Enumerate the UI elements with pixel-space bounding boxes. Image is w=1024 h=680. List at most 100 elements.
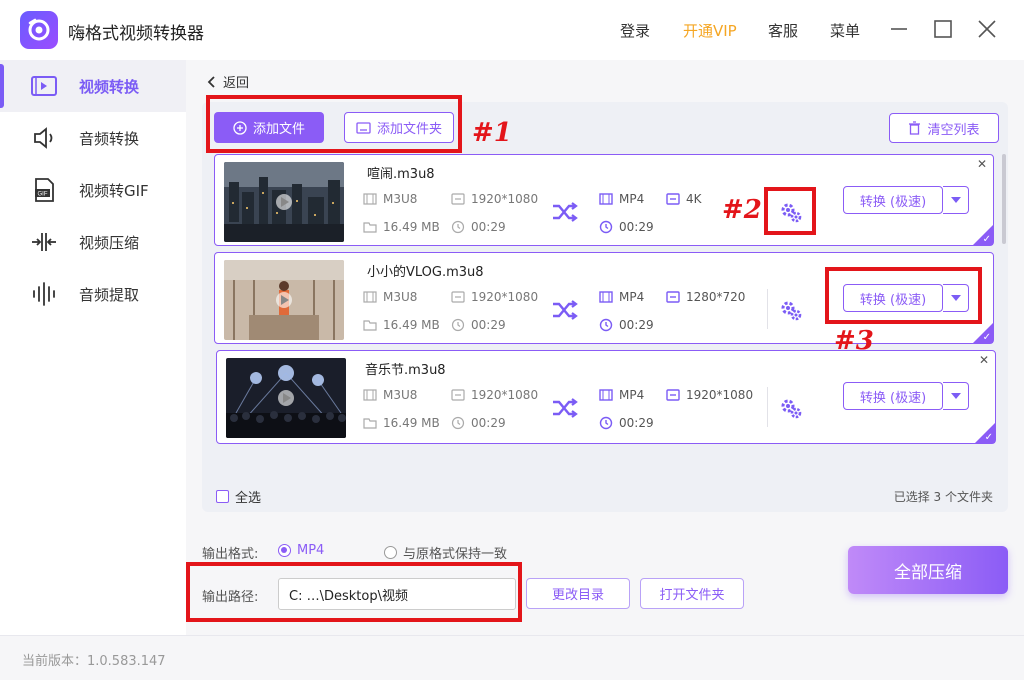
resolution-icon [666,291,680,303]
check-mark-icon: ✓ [984,432,993,443]
format-radio-keep-original[interactable]: 与原格式保持一致 [384,543,507,562]
src-format: M3U8 [363,388,417,402]
maximize-icon[interactable] [932,18,954,40]
title-bar: 嗨格式视频转换器 登录 开通VIP 客服 菜单 [0,0,1024,60]
video-thumbnail [226,358,346,438]
clock-icon [599,220,613,234]
highlight-box-2 [764,187,816,235]
clock-icon [451,318,465,332]
film-icon [599,193,613,205]
divider [767,387,768,427]
resolution-icon [666,193,680,205]
dst-duration: 00:29 [599,318,654,332]
sidebar-item-video-convert[interactable]: 视频转换 [0,60,186,112]
src-resolution: 1920*1080 [451,290,538,304]
app-window: 嗨格式视频转换器 登录 开通VIP 客服 菜单 视频转换 音频转换 GIF 视频… [0,0,1024,680]
format-radio-mp4[interactable]: MP4 [278,543,324,558]
highlight-box-1 [206,95,462,153]
file-name: 音乐节.m3u8 [365,363,446,378]
sidebar-item-label: 音频转换 [79,129,140,148]
caret-down-icon [950,197,961,203]
duration: 00:29 [451,220,506,234]
shuffle-icon [553,202,578,222]
login-link[interactable]: 登录 [620,20,650,41]
close-icon[interactable] [976,18,998,40]
sidebar: 视频转换 音频转换 GIF 视频转GIF 视频压缩 音频提取 [0,60,186,635]
shuffle-icon [553,300,578,320]
file-size: 16.49 MB [363,318,440,332]
clock-icon [599,318,613,332]
highlight-box-3 [825,267,982,324]
open-folder-button[interactable]: 打开文件夹 [640,578,744,609]
settings-gear-icon[interactable] [779,397,803,421]
resolution-icon [451,389,465,401]
waveform-icon [33,282,55,306]
sidebar-item-video-compress[interactable]: 视频压缩 [0,216,186,268]
back-label: 返回 [223,76,250,91]
compress-all-button[interactable]: 全部压缩 [848,546,1008,594]
gif-file-icon: GIF [35,178,54,202]
resolution-icon [666,389,680,401]
back-button[interactable]: 返回 [205,72,249,91]
film-icon [363,193,377,205]
folder-icon [363,222,377,233]
convert-dropdown[interactable] [943,382,969,410]
video-thumbnail [224,260,344,340]
clock-icon [451,416,465,430]
select-all-label: 全选 [235,491,262,506]
sidebar-item-video-to-gif[interactable]: GIF 视频转GIF [0,164,186,216]
scrollbar-thumb[interactable] [1002,154,1006,244]
src-resolution: 1920*1080 [451,192,538,206]
duration: 00:29 [451,416,506,430]
convert-button[interactable]: 转换 (极速) [843,382,943,410]
clock-icon [599,416,613,430]
clear-list-button[interactable]: 清空列表 [889,113,999,143]
file-name: 小小的VLOG.m3u8 [367,265,484,280]
sidebar-item-label: 视频转GIF [79,181,149,200]
file-card[interactable]: 喧闹.m3u8 M3U8 1920*1080 16.49 MB 00:29 MP… [214,154,994,246]
check-mark-icon: ✓ [982,234,991,245]
convert-button[interactable]: 转换 (极速) [843,186,943,214]
dst-format: MP4 [599,192,644,206]
radio-icon [384,546,397,559]
change-directory-button[interactable]: 更改目录 [526,578,630,609]
service-link[interactable]: 客服 [768,20,798,41]
sidebar-item-label: 视频转换 [79,77,140,96]
sidebar-item-audio-extract[interactable]: 音频提取 [0,268,186,320]
film-icon [363,291,377,303]
dst-resolution: 1920*1080 [666,388,753,402]
resolution-icon [451,193,465,205]
output-format-label: 输出格式: [202,547,259,562]
convert-dropdown[interactable] [943,186,969,214]
vip-link[interactable]: 开通VIP [683,20,737,41]
select-all-checkbox[interactable]: 全选 [216,487,261,506]
src-resolution: 1920*1080 [451,388,538,402]
dst-format: MP4 [599,290,644,304]
check-mark-icon: ✓ [982,332,991,343]
annotation-label-2: #2 [722,195,762,225]
version-label: 当前版本：1.0.583.147 [22,654,166,669]
shuffle-icon [553,398,578,418]
svg-text:GIF: GIF [38,192,48,198]
settings-gear-icon[interactable] [779,299,803,323]
remove-file-icon[interactable]: ✕ [977,157,987,171]
file-card[interactable]: 音乐节.m3u8 M3U8 1920*1080 16.49 MB 00:29 M… [216,350,996,444]
selected-count: 已选择 3 个文件夹 [893,490,993,504]
remove-file-icon[interactable]: ✕ [979,353,989,367]
sidebar-item-label: 音频提取 [79,285,140,304]
folder-icon [363,320,377,331]
clock-icon [451,220,465,234]
film-icon [363,389,377,401]
menu-link[interactable]: 菜单 [830,20,860,41]
dst-duration: 00:29 [599,220,654,234]
sidebar-item-audio-convert[interactable]: 音频转换 [0,112,186,164]
video-thumbnail [224,162,344,242]
app-title: 嗨格式视频转换器 [68,24,204,44]
resolution-icon [451,291,465,303]
minimize-icon[interactable] [888,18,910,40]
dst-resolution: 1280*720 [666,290,745,304]
src-format: M3U8 [363,192,417,206]
file-name: 喧闹.m3u8 [367,167,435,182]
highlight-box-4 [186,562,522,622]
compress-icon [32,233,56,251]
